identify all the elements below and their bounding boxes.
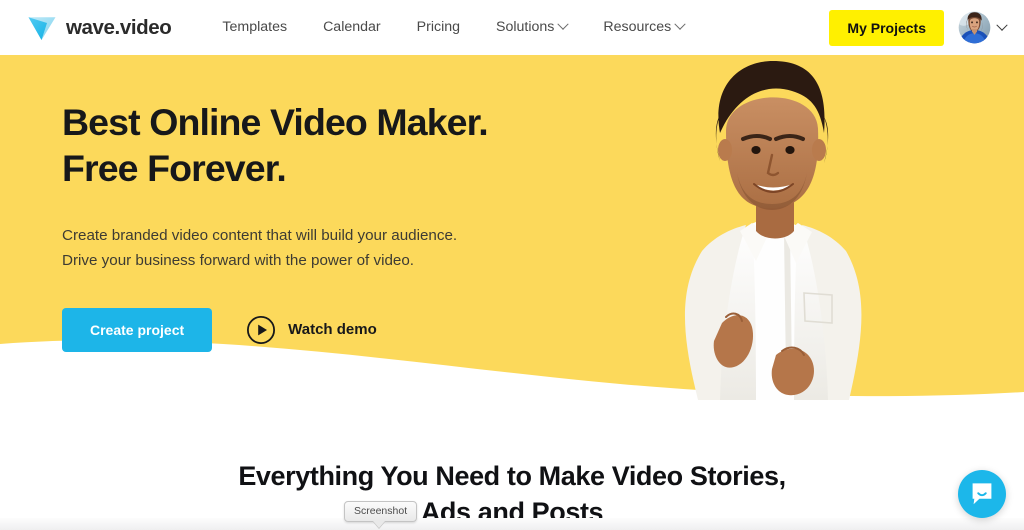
nav-label: Templates xyxy=(222,19,288,36)
my-projects-button[interactable]: My Projects xyxy=(829,9,944,46)
logo-link[interactable]: wave.video xyxy=(27,14,172,42)
chevron-down-icon xyxy=(674,18,686,31)
header-actions: My Projects xyxy=(829,9,1008,46)
site-header: wave.video Templates Calendar Pricing So… xyxy=(0,0,1024,55)
features-title-line-1: Everything You Need to Make Video Storie… xyxy=(238,461,786,491)
hero-subtitle-line-1: Create branded video content that will b… xyxy=(62,226,458,244)
hero-content: Best Online Video Maker. Free Forever. C… xyxy=(62,100,582,352)
hero-title: Best Online Video Maker. Free Forever. xyxy=(62,100,582,192)
nav-label: Calendar xyxy=(323,19,381,36)
nav-item-pricing[interactable]: Pricing xyxy=(399,14,478,40)
screenshot-tooltip-arrow xyxy=(373,521,385,528)
chevron-down-icon xyxy=(996,19,1008,31)
hero-subtitle-line-2: Drive your business forward with the pow… xyxy=(62,252,415,270)
hero-photo xyxy=(684,61,862,400)
chat-bubble-icon xyxy=(972,483,992,505)
bottom-section-band xyxy=(0,518,1024,530)
main-navigation: Templates Calendar Pricing Solutions Res… xyxy=(204,14,702,40)
hero-cta-group: Create project Watch demo xyxy=(62,307,582,352)
screenshot-tooltip: Screenshot xyxy=(344,501,418,528)
avatar xyxy=(958,11,991,44)
wave-play-triangle-icon xyxy=(28,16,56,40)
nav-item-resources[interactable]: Resources xyxy=(585,14,702,40)
hero-section: Best Online Video Maker. Free Forever. C… xyxy=(0,55,1024,400)
nav-item-templates[interactable]: Templates xyxy=(204,14,305,40)
chevron-down-icon xyxy=(557,18,570,31)
features-section: Everything You Need to Make Video Storie… xyxy=(0,400,1024,530)
watch-demo-button[interactable]: Watch demo xyxy=(246,315,377,345)
hero-subtitle: Create branded video content that will b… xyxy=(62,223,582,274)
nav-label: Resources xyxy=(603,19,672,36)
account-menu[interactable] xyxy=(958,11,1008,44)
nav-item-calendar[interactable]: Calendar xyxy=(305,14,399,40)
page-root: wave.video Templates Calendar Pricing So… xyxy=(0,0,1024,530)
logo-text: wave.video xyxy=(66,15,172,39)
chat-launcher-button[interactable] xyxy=(958,470,1006,518)
nav-item-solutions[interactable]: Solutions xyxy=(478,14,585,40)
screenshot-tooltip-label: Screenshot xyxy=(344,501,418,522)
watch-demo-label: Watch demo xyxy=(288,321,377,339)
nav-label: Pricing xyxy=(416,19,461,36)
nav-label: Solutions xyxy=(496,19,555,36)
play-circle-icon xyxy=(247,315,276,344)
hero-title-line-2: Free Forever. xyxy=(62,146,287,189)
create-project-button[interactable]: Create project xyxy=(62,307,213,352)
hero-title-line-1: Best Online Video Maker. xyxy=(62,101,489,143)
